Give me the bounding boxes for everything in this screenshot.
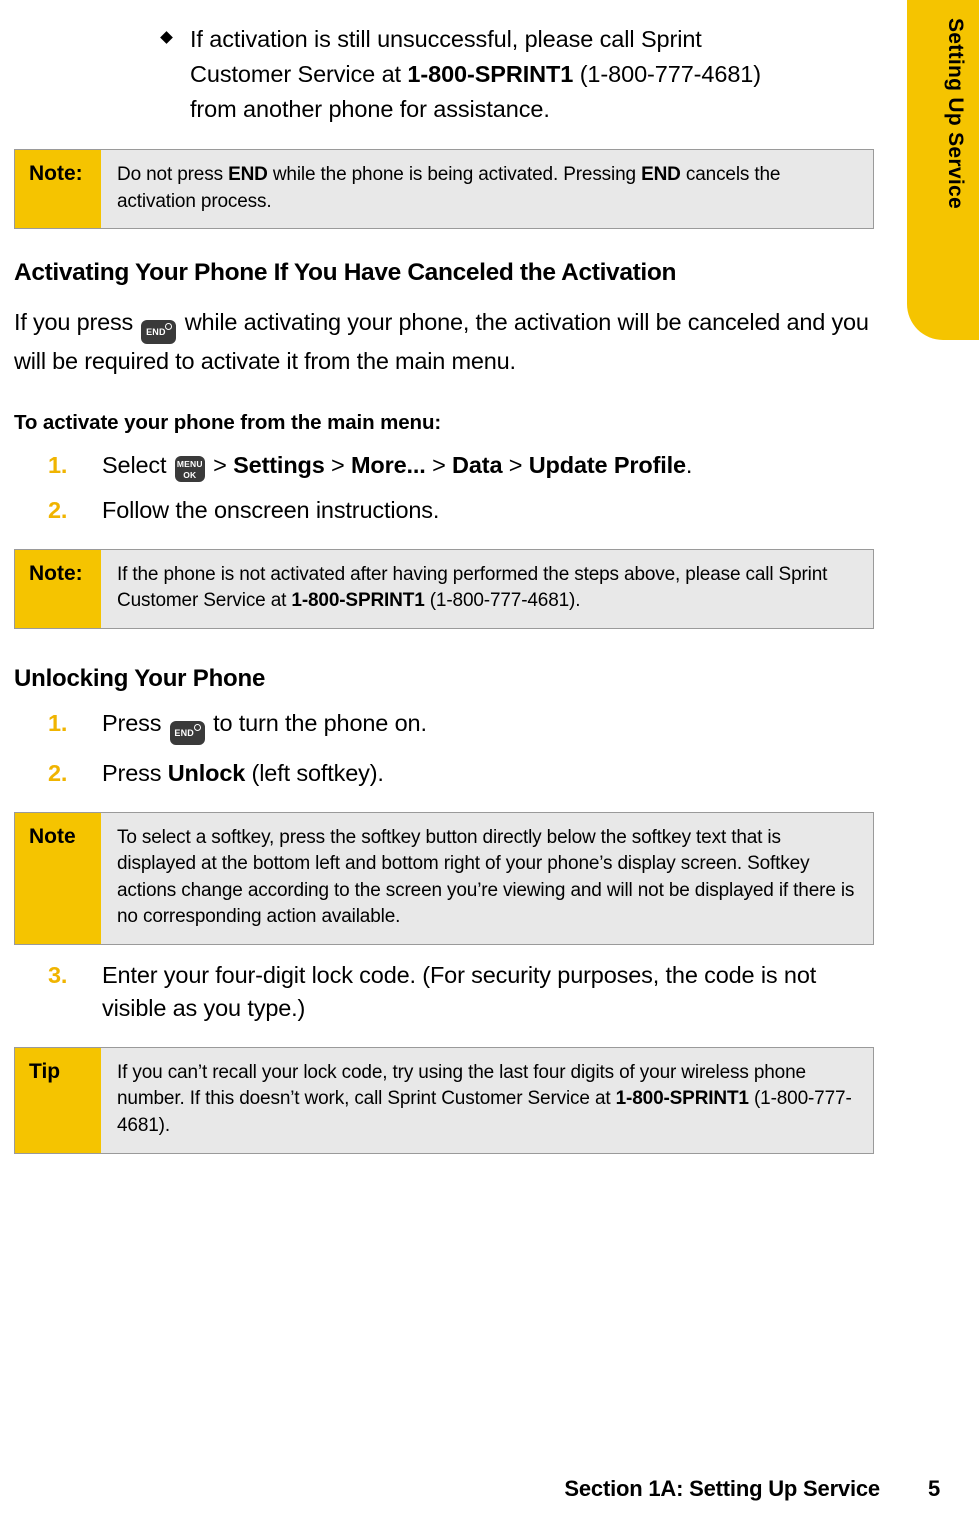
menu-ok-key-icon: MENU OK xyxy=(174,455,205,482)
note1-part2: while the phone is being activated. Pres… xyxy=(267,164,642,185)
step-number: 2. xyxy=(48,759,68,786)
unlock-step1-part2: to turn the phone on. xyxy=(206,709,427,736)
lead-in-text: To activate your phone from the main men… xyxy=(14,410,442,434)
step1-part2: > xyxy=(206,451,234,478)
note-box-3: Note To select a softkey, press the soft… xyxy=(14,811,874,946)
steps-list-activate: 1. Select MENU OK > Settings > More... > D… xyxy=(14,449,874,527)
step2-text: Follow the onscreen instructions. xyxy=(102,496,440,523)
steps-list-unlock: 1. Press END to turn the phone on. 2. Pres… xyxy=(14,707,874,790)
step-item: 2. Press Unlock (left softkey). xyxy=(14,757,874,790)
unlock-step1-part1: Press xyxy=(102,709,168,736)
tip-box-body: If you can’t recall your lock code, try … xyxy=(101,1048,873,1153)
footer-section-title: Section 1A: Setting Up Service xyxy=(564,1476,880,1501)
step-number: 2. xyxy=(48,496,68,523)
step-number: 1. xyxy=(48,451,68,478)
note-box-2-body: If the phone is not activated after havi… xyxy=(101,550,873,628)
side-tab: Setting Up Service xyxy=(907,0,979,340)
steps-list-unlock-cont: 3. Enter your four-digit lock code. (For … xyxy=(14,959,874,1025)
step-number: 3. xyxy=(48,962,68,989)
step-item: 2. Follow the onscreen instructions. xyxy=(14,494,874,527)
unlock-step2-part2: (left softkey). xyxy=(245,759,384,786)
section-heading: Activating Your Phone If You Have Cancel… xyxy=(14,259,677,287)
note-box-1: Note: Do not press END while the phone i… xyxy=(14,149,874,230)
bullet-phone-number: 1-800-SPRINT1 xyxy=(407,61,574,87)
tip-bold1: 1-800-SPRINT1 xyxy=(615,1088,749,1110)
content-column: If activation is still unsuccessful, ple… xyxy=(14,0,874,1154)
unlock-bold: Unlock xyxy=(167,759,246,786)
tip-box: Tip If you can’t recall your lock code, … xyxy=(14,1046,874,1154)
note2-bold1: 1-800-SPRINT1 xyxy=(291,590,425,612)
step1-bold3: Data xyxy=(452,451,503,478)
tip-box-label: Tip xyxy=(15,1047,101,1153)
step1-bold4: Update Profile xyxy=(528,451,686,478)
end-key-icon: END xyxy=(141,320,177,345)
step-item: 3. Enter your four-digit lock code. (For … xyxy=(14,959,874,1025)
sub-heading-unlocking: Unlocking Your Phone xyxy=(14,664,266,692)
step-number: 1. xyxy=(48,709,68,736)
step1-part4: > xyxy=(425,451,453,478)
step1-part1: Select xyxy=(102,451,173,478)
page: Setting Up Service If activation is stil… xyxy=(0,0,979,1524)
footer-page-number: 5 xyxy=(927,1476,940,1501)
note-box-2-label: Note: xyxy=(15,549,101,628)
note-box-3-body: To select a softkey, press the softkey b… xyxy=(117,826,855,928)
step-item: 1. Select MENU OK > Settings > More... > D… xyxy=(14,449,874,482)
end-key-icon: END xyxy=(169,720,205,745)
step3-text: Enter your four-digit lock code. (For se… xyxy=(102,962,817,1021)
bullet-text: If activation is still unsuccessful, ple… xyxy=(162,22,800,127)
step-item: 1. Press END to turn the phone on. xyxy=(14,707,874,745)
note-box-2: Note: If the phone is not activated afte… xyxy=(14,548,874,629)
note-box-3-label: Note xyxy=(15,812,101,945)
unlock-step2-part1: Press xyxy=(102,759,168,786)
step1-part6: . xyxy=(685,451,693,478)
note-box-1-label: Note: xyxy=(15,150,101,229)
step1-bold1: Settings xyxy=(233,451,325,478)
page-footer: Section 1A: Setting Up Service 5 xyxy=(0,1476,940,1502)
intro-paragraph: If you press END while activating your p… xyxy=(14,305,872,379)
side-tab-label: Setting Up Service xyxy=(944,18,967,209)
step1-part3: > xyxy=(324,451,351,478)
note-box-1-body: Do not press END while the phone is bein… xyxy=(101,150,873,228)
note1-part1: Do not press xyxy=(117,164,229,185)
intro-part1: If you press xyxy=(14,309,140,336)
bullet-item: If activation is still unsuccessful, ple… xyxy=(14,22,874,127)
step1-bold2: More... xyxy=(351,451,426,478)
note2-part2: (1-800-777-4681). xyxy=(424,590,581,612)
note1-bold2: END xyxy=(641,164,681,185)
step1-part5: > xyxy=(502,451,529,478)
note1-bold1: END xyxy=(228,164,268,185)
